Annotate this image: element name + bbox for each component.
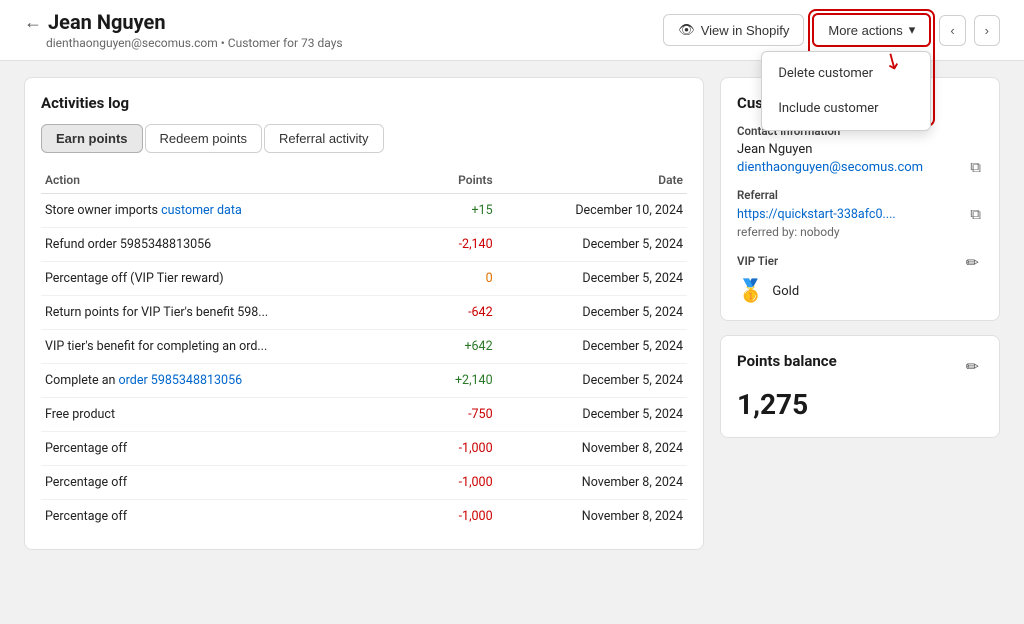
col-date: Date	[497, 167, 687, 194]
referral-section-title: Referral	[737, 188, 983, 202]
tab-redeem-points[interactable]: Redeem points	[145, 124, 262, 153]
action-cell: Return points for VIP Tier's benefit 598…	[41, 296, 421, 330]
more-actions-button[interactable]: More actions ▾	[812, 13, 931, 47]
points-balance-value: 1,275	[737, 388, 983, 421]
date-cell: November 8, 2024	[497, 432, 687, 466]
action-cell: Complete an order 5985348813056	[41, 364, 421, 398]
main-content: Activities log Earn points Redeem points…	[0, 61, 1024, 580]
back-arrow-icon[interactable]: ←	[24, 12, 42, 33]
table-row: Refund order 5985348813056-2,140December…	[41, 228, 687, 262]
customer-since-subtitle: • Customer for 73 days	[221, 36, 343, 50]
points-balance-card: Points balance ✏ 1,275	[720, 335, 1000, 438]
customer-email-subtitle: dienthaonguyen@secomus.com	[46, 36, 218, 50]
tab-referral-activity[interactable]: Referral activity	[264, 124, 384, 153]
vip-tier-label: Gold	[772, 284, 799, 299]
col-points: Points	[421, 167, 496, 194]
date-cell: December 5, 2024	[497, 398, 687, 432]
points-cell: -1,000	[421, 466, 496, 500]
action-cell: VIP tier's benefit for completing an ord…	[41, 330, 421, 364]
col-action: Action	[41, 167, 421, 194]
points-cell: -2,140	[421, 228, 496, 262]
date-cell: December 5, 2024	[497, 228, 687, 262]
referral-url[interactable]: https://quickstart-338afc0....	[737, 207, 896, 222]
action-cell: Percentage off	[41, 432, 421, 466]
top-bar-right: 👁 View in Shopify More actions ▾ Delete …	[663, 13, 1000, 47]
right-panel: Customer Contact information Jean Nguyen…	[720, 77, 1000, 564]
table-row: Percentage off (VIP Tier reward)0Decembe…	[41, 262, 687, 296]
customer-email[interactable]: dienthaonguyen@secomus.com	[737, 160, 923, 175]
date-cell: November 8, 2024	[497, 466, 687, 500]
top-bar: ← Jean Nguyen dienthaonguyen@secomus.com…	[0, 0, 1024, 61]
nav-next-button[interactable]: ›	[974, 15, 1000, 46]
include-customer-item[interactable]: Include customer	[762, 91, 930, 126]
left-panel: Activities log Earn points Redeem points…	[24, 77, 704, 564]
table-row: Free product-750December 5, 2024	[41, 398, 687, 432]
points-cell: +2,140	[421, 364, 496, 398]
action-cell: Refund order 5985348813056	[41, 228, 421, 262]
activities-card: Activities log Earn points Redeem points…	[24, 77, 704, 550]
table-row: Percentage off-1,000November 8, 2024	[41, 466, 687, 500]
tab-earn-points[interactable]: Earn points	[41, 124, 143, 153]
activity-table: Action Points Date Store owner imports c…	[41, 167, 687, 533]
date-cell: December 5, 2024	[497, 330, 687, 364]
view-in-shopify-label: View in Shopify	[701, 23, 790, 38]
customer-subtitle: dienthaonguyen@secomus.com • Customer fo…	[46, 36, 343, 50]
points-cell: 0	[421, 262, 496, 296]
action-cell: Percentage off	[41, 500, 421, 534]
date-cell: December 10, 2024	[497, 194, 687, 228]
action-cell: Percentage off	[41, 466, 421, 500]
nav-prev-button[interactable]: ‹	[939, 15, 965, 46]
action-cell: Percentage off (VIP Tier reward)	[41, 262, 421, 296]
table-row: Percentage off-1,000November 8, 2024	[41, 500, 687, 534]
table-row: Store owner imports customer data+15Dece…	[41, 194, 687, 228]
points-cell: -750	[421, 398, 496, 432]
points-cell: -642	[421, 296, 496, 330]
action-cell: Store owner imports customer data	[41, 194, 421, 228]
points-cell: -1,000	[421, 432, 496, 466]
points-cell: -1,000	[421, 500, 496, 534]
points-card-header: Points balance ✏	[737, 352, 983, 382]
delete-customer-item[interactable]: Delete customer	[762, 56, 930, 91]
customer-name-title: Jean Nguyen	[48, 10, 166, 34]
vip-tier-section: 🥇 Gold	[737, 279, 983, 304]
table-row: Percentage off-1,000November 8, 2024	[41, 432, 687, 466]
more-actions-label: More actions	[828, 23, 902, 38]
date-cell: December 5, 2024	[497, 364, 687, 398]
date-cell: December 5, 2024	[497, 296, 687, 330]
edit-vip-button[interactable]: ✏	[962, 251, 983, 275]
eye-icon: 👁	[678, 22, 695, 38]
more-actions-dropdown: Delete customer Include customer	[761, 51, 931, 131]
action-link[interactable]: order 5985348813056	[119, 373, 243, 388]
table-row: Complete an order 5985348813056+2,140Dec…	[41, 364, 687, 398]
vip-badge-icon: 🥇	[737, 279, 764, 304]
table-row: VIP tier's benefit for completing an ord…	[41, 330, 687, 364]
referral-url-row: https://quickstart-338afc0.... ⧉	[737, 206, 983, 223]
date-cell: December 5, 2024	[497, 262, 687, 296]
customer-full-name: Jean Nguyen	[737, 142, 983, 157]
action-link[interactable]: customer data	[161, 203, 242, 218]
points-cell: +642	[421, 330, 496, 364]
date-cell: November 8, 2024	[497, 500, 687, 534]
points-cell: +15	[421, 194, 496, 228]
vip-header-row: VIP Tier ✏	[737, 251, 983, 275]
action-cell: Free product	[41, 398, 421, 432]
table-row: Return points for VIP Tier's benefit 598…	[41, 296, 687, 330]
back-link[interactable]: ← Jean Nguyen	[24, 10, 343, 34]
activity-tabs: Earn points Redeem points Referral activ…	[41, 124, 687, 153]
chevron-down-icon: ▾	[909, 22, 916, 38]
top-bar-left: ← Jean Nguyen dienthaonguyen@secomus.com…	[24, 10, 343, 50]
edit-points-button[interactable]: ✏	[962, 355, 983, 379]
referral-note: referred by: nobody	[737, 225, 983, 239]
email-row: dienthaonguyen@secomus.com ⧉	[737, 159, 983, 176]
points-balance-title: Points balance	[737, 352, 837, 370]
more-actions-wrapper: More actions ▾ Delete customer Include c…	[812, 13, 931, 47]
view-in-shopify-button[interactable]: 👁 View in Shopify	[663, 14, 804, 46]
vip-section-title: VIP Tier	[737, 254, 778, 268]
copy-email-button[interactable]: ⧉	[968, 159, 983, 176]
activities-title: Activities log	[41, 94, 687, 112]
copy-referral-button[interactable]: ⧉	[968, 206, 983, 223]
